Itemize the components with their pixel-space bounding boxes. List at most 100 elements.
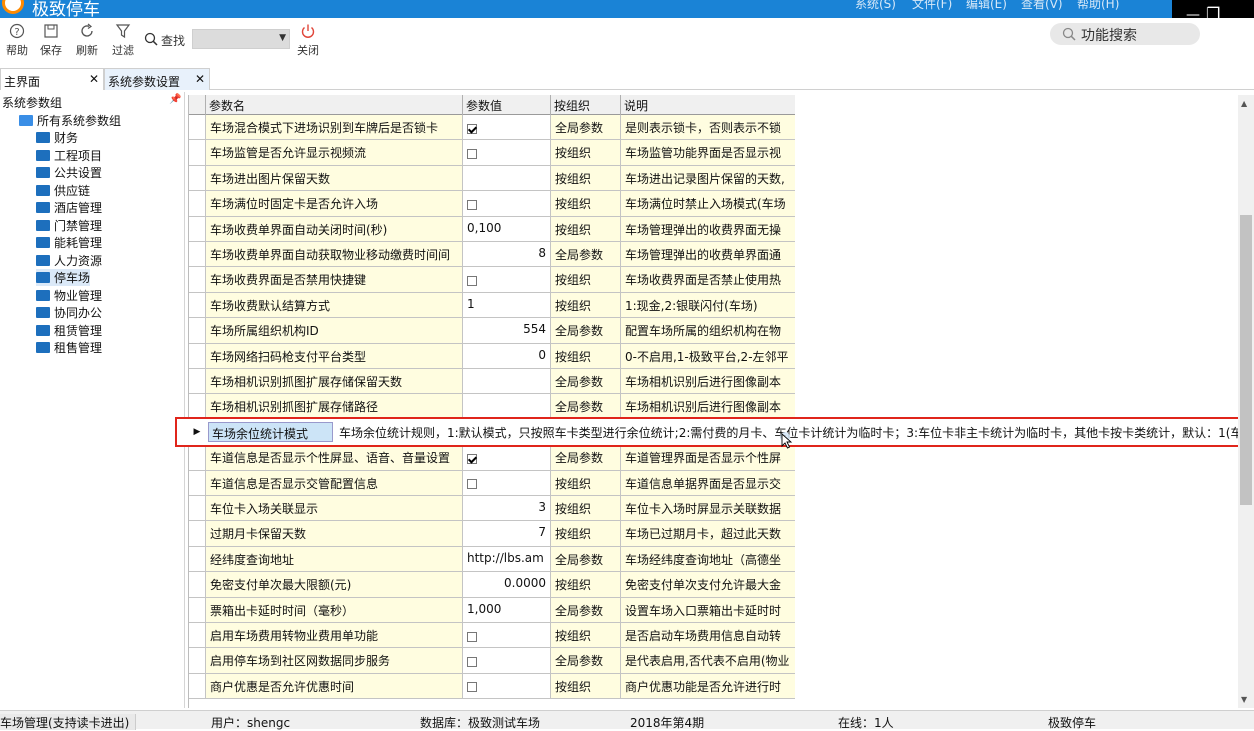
table-row[interactable]: 车场收费界面是否禁用快捷键 按组织 车场收费界面是否禁止使用热 [189, 267, 795, 293]
row-selector[interactable] [189, 673, 206, 699]
tree-item[interactable]: 酒店管理 [36, 199, 102, 216]
checkbox-unchecked[interactable] [467, 656, 477, 667]
close-button[interactable]: 关闭 [291, 21, 325, 63]
table-row[interactable]: 车场收费默认结算方式 1 按组织 1:现金,2:银联闪付(车场) [189, 292, 795, 319]
checkbox-checked[interactable] [467, 453, 477, 464]
table-row[interactable]: 车道信息是否显示交管配置信息 按组织 车道信息单据界面是否显示交 [189, 470, 795, 496]
table-row[interactable]: 过期月卡保留天数 7 按组织 车场已过期月卡，超过此天数 [189, 521, 795, 547]
highlighted-row-name[interactable]: 车场余位统计模式 [208, 422, 333, 442]
vertical-scrollbar[interactable]: ▲ ▼ [1238, 95, 1254, 708]
param-value-cell[interactable]: 7 [463, 521, 551, 546]
menu-help[interactable]: 帮助(H) [1077, 0, 1119, 12]
row-selector[interactable] [189, 572, 206, 597]
param-value-cell[interactable] [463, 140, 551, 165]
table-row[interactable]: 车场所属组织机构ID 554 全局参数 配置车场所属的组织机构在物 [189, 318, 795, 344]
checkbox-unchecked[interactable] [467, 199, 477, 210]
table-row[interactable]: 车场满位时固定卡是否允许入场 按组织 车场满位时禁止入场模式(车场 [189, 191, 795, 217]
tree-item[interactable]: 协同办公 [36, 304, 102, 321]
table-row[interactable]: 经纬度查询地址 http://lbs.am 全局参数 车场经纬度查询地址（高德坐 [189, 546, 795, 573]
header-name[interactable]: 参数名 [206, 95, 463, 115]
param-value-cell[interactable] [463, 673, 551, 699]
row-selector[interactable] [189, 343, 206, 368]
row-selector[interactable] [189, 318, 206, 343]
tree-root[interactable]: 所有系统参数组 [19, 112, 121, 129]
header-value[interactable]: 参数值 [463, 95, 551, 115]
checkbox-unchecked[interactable] [467, 148, 477, 159]
param-value-cell[interactable]: 8 [463, 242, 551, 267]
param-value-cell[interactable] [463, 115, 551, 140]
checkbox-checked[interactable] [467, 123, 477, 134]
param-value-cell[interactable] [463, 445, 551, 470]
tab-main[interactable]: 主界面 ✕ [0, 68, 104, 90]
filter-button[interactable]: 过滤 [106, 21, 140, 63]
row-selector[interactable] [189, 394, 206, 419]
table-row[interactable]: 车场相机识别抓图扩展存储保留天数 全局参数 车场相机识别后进行图像副本 [189, 369, 795, 395]
table-row[interactable]: 车场网络扫码枪支付平台类型 0 按组织 0-不启用,1-极致平台,2-左邻平 [189, 343, 795, 369]
row-selector[interactable] [189, 216, 206, 241]
row-selector[interactable] [189, 470, 206, 495]
param-value-cell[interactable]: http://lbs.am [463, 546, 551, 572]
param-value-cell[interactable] [463, 623, 551, 648]
param-value-cell[interactable] [463, 648, 551, 673]
param-value-cell[interactable] [463, 394, 551, 419]
help-button[interactable]: ? 帮助 [0, 21, 34, 63]
table-row[interactable]: 车道信息是否显示个性屏显、语音、音量设置 全局参数 车道管理界面是否显示个性屏 [189, 445, 795, 471]
table-row[interactable]: 车场相机识别抓图扩展存储路径 全局参数 车场相机识别后进行图像副本 [189, 394, 795, 420]
table-row[interactable]: 启用停车场到社区网数据同步服务 全局参数 是代表启用,否代表不启用(物业 [189, 648, 795, 674]
param-value-cell[interactable] [463, 369, 551, 394]
table-row[interactable]: 车场混合模式下进场识别到车牌后是否锁卡 全局参数 是则表示锁卡，否则表示不锁 [189, 115, 795, 141]
param-value-cell[interactable]: 554 [463, 318, 551, 343]
table-row[interactable]: 车位卡入场关联显示 3 按组织 车位卡入场时屏显示关联数据 [189, 496, 795, 522]
tab-system-params[interactable]: 系统参数设置 ✕ [104, 68, 210, 90]
tree-item[interactable]: 门禁管理 [36, 217, 102, 234]
scroll-up-icon[interactable]: ▲ [1241, 99, 1247, 108]
checkbox-unchecked[interactable] [467, 631, 477, 642]
row-selector[interactable] [189, 496, 206, 521]
tree-item-selected[interactable]: 停车场 [36, 269, 91, 286]
table-row[interactable]: 免密支付单次最大限额(元) 0.0000 按组织 免密支付单次支付允许最大金 [189, 572, 795, 598]
tree-item[interactable]: 租售管理 [36, 339, 102, 356]
row-selector[interactable] [189, 191, 206, 216]
table-row[interactable]: 车场监管是否允许显示视频流 按组织 车场监管功能界面是否显示视 [189, 140, 795, 166]
tree-item[interactable]: 工程项目 [36, 147, 102, 164]
table-row[interactable]: 票箱出卡延时时间（毫秒） 1,000 全局参数 设置车场入口票箱出卡延时时 [189, 597, 795, 623]
row-selector[interactable] [189, 546, 206, 572]
close-icon[interactable]: ✕ [89, 72, 99, 86]
save-button[interactable]: 保存 [34, 21, 68, 63]
scroll-down-icon[interactable]: ▼ [1241, 695, 1247, 704]
param-value-cell[interactable]: 1 [463, 292, 551, 318]
table-row[interactable]: 车场收费单界面自动获取物业移动缴费时间间 8 全局参数 车场管理弹出的收费单界面通 [189, 242, 795, 268]
row-selector[interactable] [189, 242, 206, 267]
tree-item[interactable]: 人力资源 [36, 252, 102, 269]
param-value-cell[interactable] [463, 267, 551, 292]
checkbox-unchecked[interactable] [467, 479, 477, 490]
table-row[interactable]: 车场进出图片保留天数 按组织 车场进出记录图片保留的天数, [189, 165, 795, 192]
table-row[interactable]: 商户优惠是否允许优惠时间 按组织 商户优惠功能是否允许进行时 [189, 673, 795, 700]
checkbox-unchecked[interactable] [467, 682, 477, 693]
scrollbar-thumb[interactable] [1240, 215, 1252, 505]
checkbox-unchecked[interactable] [467, 275, 477, 286]
function-search-input[interactable]: 功能搜索 [1050, 23, 1200, 45]
tree-item[interactable]: 财务 [36, 129, 78, 146]
tree-item[interactable]: 能耗管理 [36, 234, 102, 251]
row-selector[interactable] [189, 521, 206, 546]
find-field-select[interactable]: ▼ [192, 29, 290, 49]
param-value-cell[interactable]: 3 [463, 496, 551, 521]
param-value-cell[interactable]: 0 [463, 343, 551, 368]
row-selector[interactable] [189, 140, 206, 165]
row-selector[interactable] [189, 369, 206, 394]
row-selector[interactable] [189, 267, 206, 292]
param-value-cell[interactable] [463, 470, 551, 495]
row-selector[interactable] [189, 292, 206, 318]
menu-file[interactable]: 文件(F) [912, 0, 952, 12]
refresh-button[interactable]: 刷新 [70, 21, 104, 63]
menu-system[interactable]: 系统(S) [855, 0, 896, 12]
tree-item[interactable]: 供应链 [36, 182, 90, 199]
row-selector[interactable] [189, 115, 206, 140]
param-value-cell[interactable] [463, 191, 551, 216]
param-value-cell[interactable]: 1,000 [463, 597, 551, 622]
param-value-cell[interactable]: 0,100 [463, 216, 551, 241]
tree-item[interactable]: 租赁管理 [36, 322, 102, 339]
row-selector[interactable] [189, 597, 206, 622]
close-icon[interactable]: ✕ [195, 72, 205, 86]
